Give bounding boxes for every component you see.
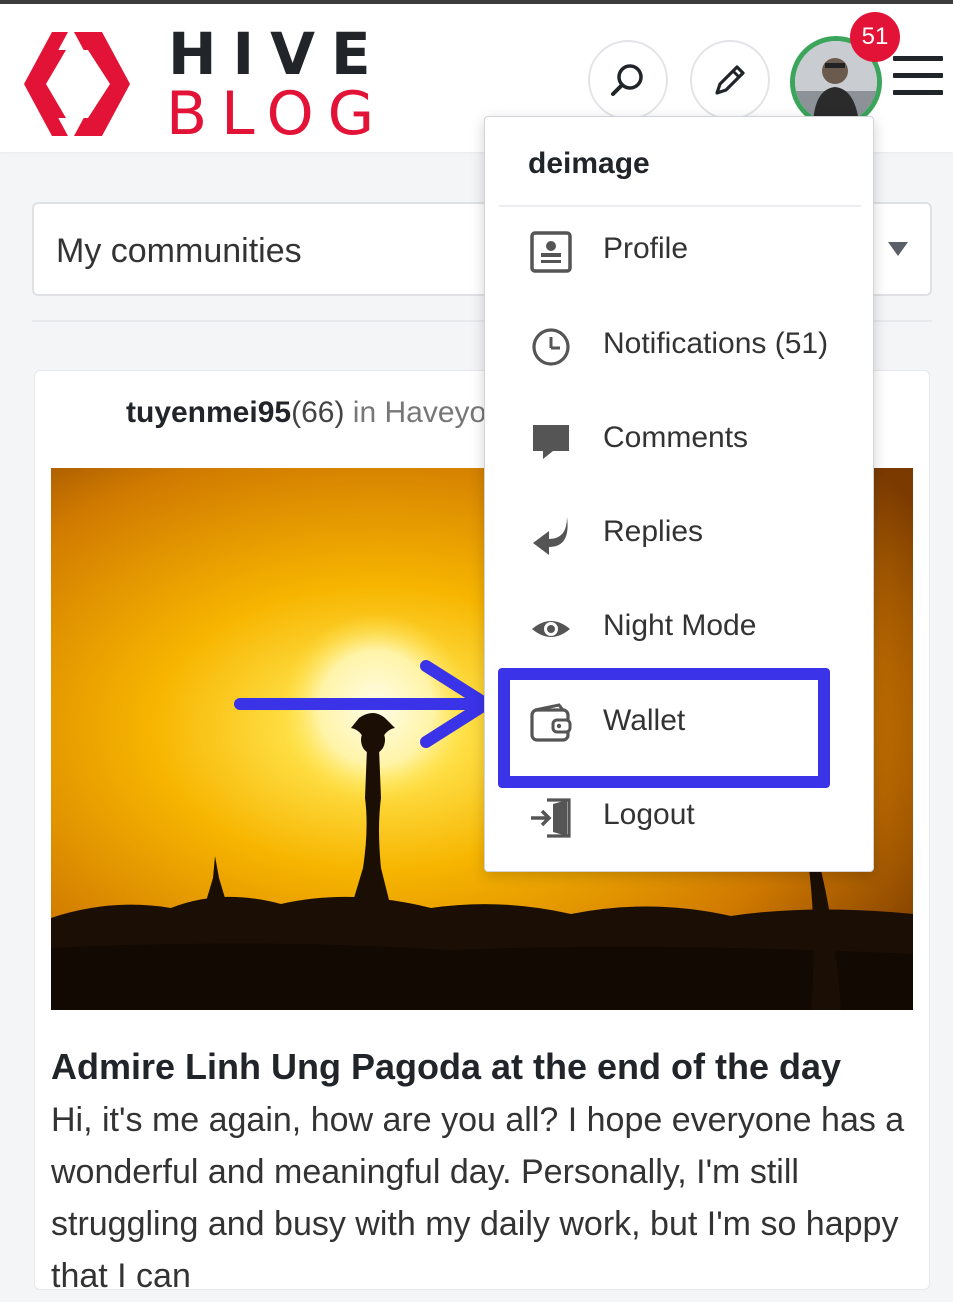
chevron-down-icon bbox=[888, 242, 908, 256]
clock-icon bbox=[532, 328, 570, 366]
comment-bubble-icon bbox=[533, 425, 569, 459]
annotation-arrow bbox=[230, 656, 510, 756]
communities-select-label: My communities bbox=[56, 232, 302, 270]
menu-item-label: Profile bbox=[603, 232, 689, 265]
search-button[interactable] bbox=[588, 40, 668, 120]
menu-item-logout[interactable]: Logout bbox=[485, 778, 875, 858]
logo-text-hive: HIVE bbox=[168, 20, 387, 88]
logout-icon bbox=[531, 798, 571, 838]
logo-text-blog: BLOG bbox=[166, 79, 389, 149]
menu-username[interactable]: deimage bbox=[528, 147, 650, 181]
menu-item-notifications[interactable]: Notifications (51) bbox=[485, 307, 875, 387]
wallet-highlight-annotation bbox=[498, 668, 830, 788]
menu-item-label: Notifications (51) bbox=[603, 327, 829, 360]
notification-badge[interactable]: 51 bbox=[850, 12, 900, 62]
post-author-line: tuyenmei95(66) in Haveyo bbox=[126, 396, 486, 430]
menu-item-label: Comments bbox=[603, 421, 749, 454]
hive-logo-icon[interactable] bbox=[22, 28, 142, 140]
community-link[interactable]: Haveyo bbox=[384, 396, 486, 429]
menu-item-label: Night Mode bbox=[603, 609, 757, 642]
post-author-link[interactable]: tuyenmei95 bbox=[126, 396, 291, 429]
hamburger-menu-icon[interactable] bbox=[893, 56, 943, 96]
post-excerpt[interactable]: Hi, it's me again, how are you all? I ho… bbox=[51, 1094, 921, 1302]
write-post-button[interactable] bbox=[690, 40, 770, 120]
reply-arrow-icon bbox=[533, 517, 568, 555]
menu-item-replies[interactable]: Replies bbox=[485, 495, 875, 575]
author-reputation: (66) bbox=[291, 396, 345, 429]
profile-card-icon bbox=[530, 231, 572, 273]
menu-item-label: Replies bbox=[603, 515, 704, 548]
in-label: in bbox=[352, 396, 377, 429]
menu-item-profile[interactable]: Profile bbox=[485, 212, 875, 292]
pencil-icon bbox=[715, 65, 745, 95]
search-icon bbox=[611, 64, 643, 96]
menu-item-comments[interactable]: Comments bbox=[485, 401, 875, 481]
menu-item-label: Logout bbox=[603, 798, 695, 831]
menu-divider bbox=[499, 205, 861, 207]
post-title-link[interactable]: Admire Linh Ung Pagoda at the end of the… bbox=[51, 1046, 931, 1088]
menu-item-night-mode[interactable]: Night Mode bbox=[485, 589, 875, 669]
eye-icon bbox=[532, 621, 570, 637]
